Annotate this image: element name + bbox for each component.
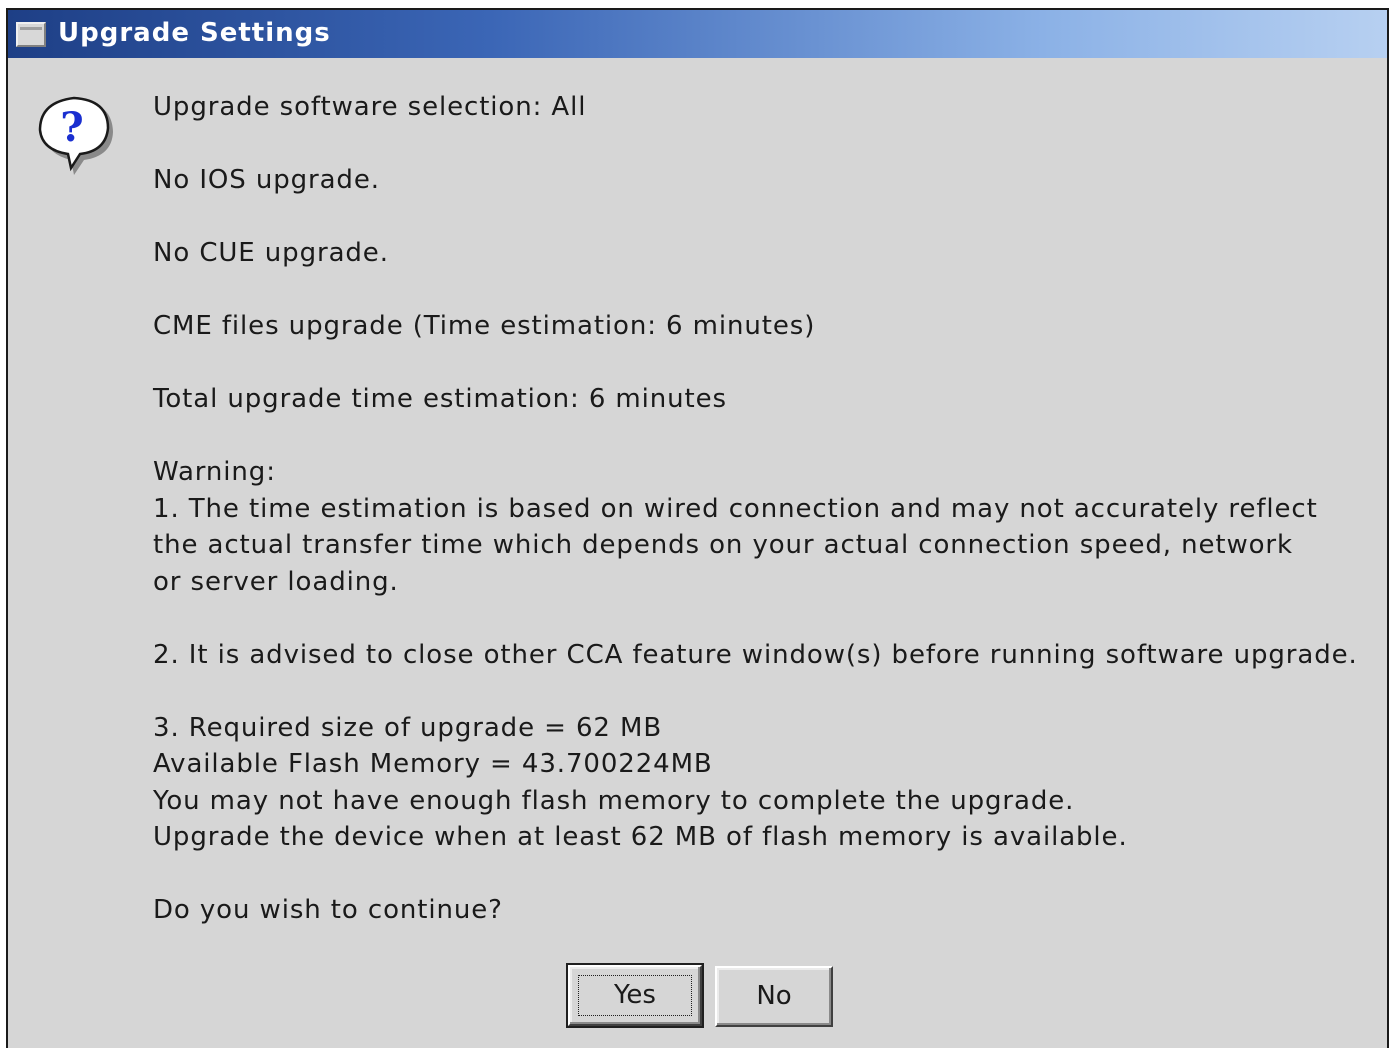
message-text: Upgrade software selection: All No IOS u… [153, 89, 1358, 929]
cue-line: No CUE upgrade. [153, 238, 389, 268]
warning-3-line: Available Flash Memory = 43.700224MB [153, 749, 713, 779]
cme-line: CME files upgrade (Time estimation: 6 mi… [153, 311, 816, 341]
no-button[interactable]: No [715, 966, 833, 1027]
yes-button[interactable]: Yes [566, 963, 704, 1028]
warning-1-line: or server loading. [153, 566, 399, 597]
question-balloon-icon: ? [34, 88, 124, 178]
window-title: Upgrade Settings [58, 18, 331, 48]
warning-2-line: 2. It is advised to close other CCA feat… [153, 639, 1358, 670]
ios-line: No IOS upgrade. [153, 165, 380, 195]
title-bar[interactable]: Upgrade Settings [8, 10, 1387, 58]
warning-1-line: 1. The time estimation is based on wired… [153, 493, 1318, 524]
continue-question: Do you wish to continue? [153, 895, 503, 925]
warning-3-line: Upgrade the device when at least 62 MB o… [153, 822, 1128, 852]
warning-3-line: You may not have enough flash memory to … [153, 785, 1075, 816]
warning-heading: Warning: [153, 457, 276, 487]
total-time-line: Total upgrade time estimation: 6 minutes [153, 384, 727, 414]
window-menu-icon[interactable] [16, 22, 46, 47]
question-mark-glyph: ? [60, 104, 83, 151]
yes-button-label: Yes [614, 980, 656, 1010]
warning-1-line: the actual transfer time which depends o… [153, 530, 1293, 560]
selection-line: Upgrade software selection: All [153, 92, 587, 122]
warning-3-line: 3. Required size of upgrade = 62 MB [153, 712, 663, 743]
upgrade-settings-dialog: Upgrade Settings ? Upgrade software sele… [6, 8, 1389, 1048]
